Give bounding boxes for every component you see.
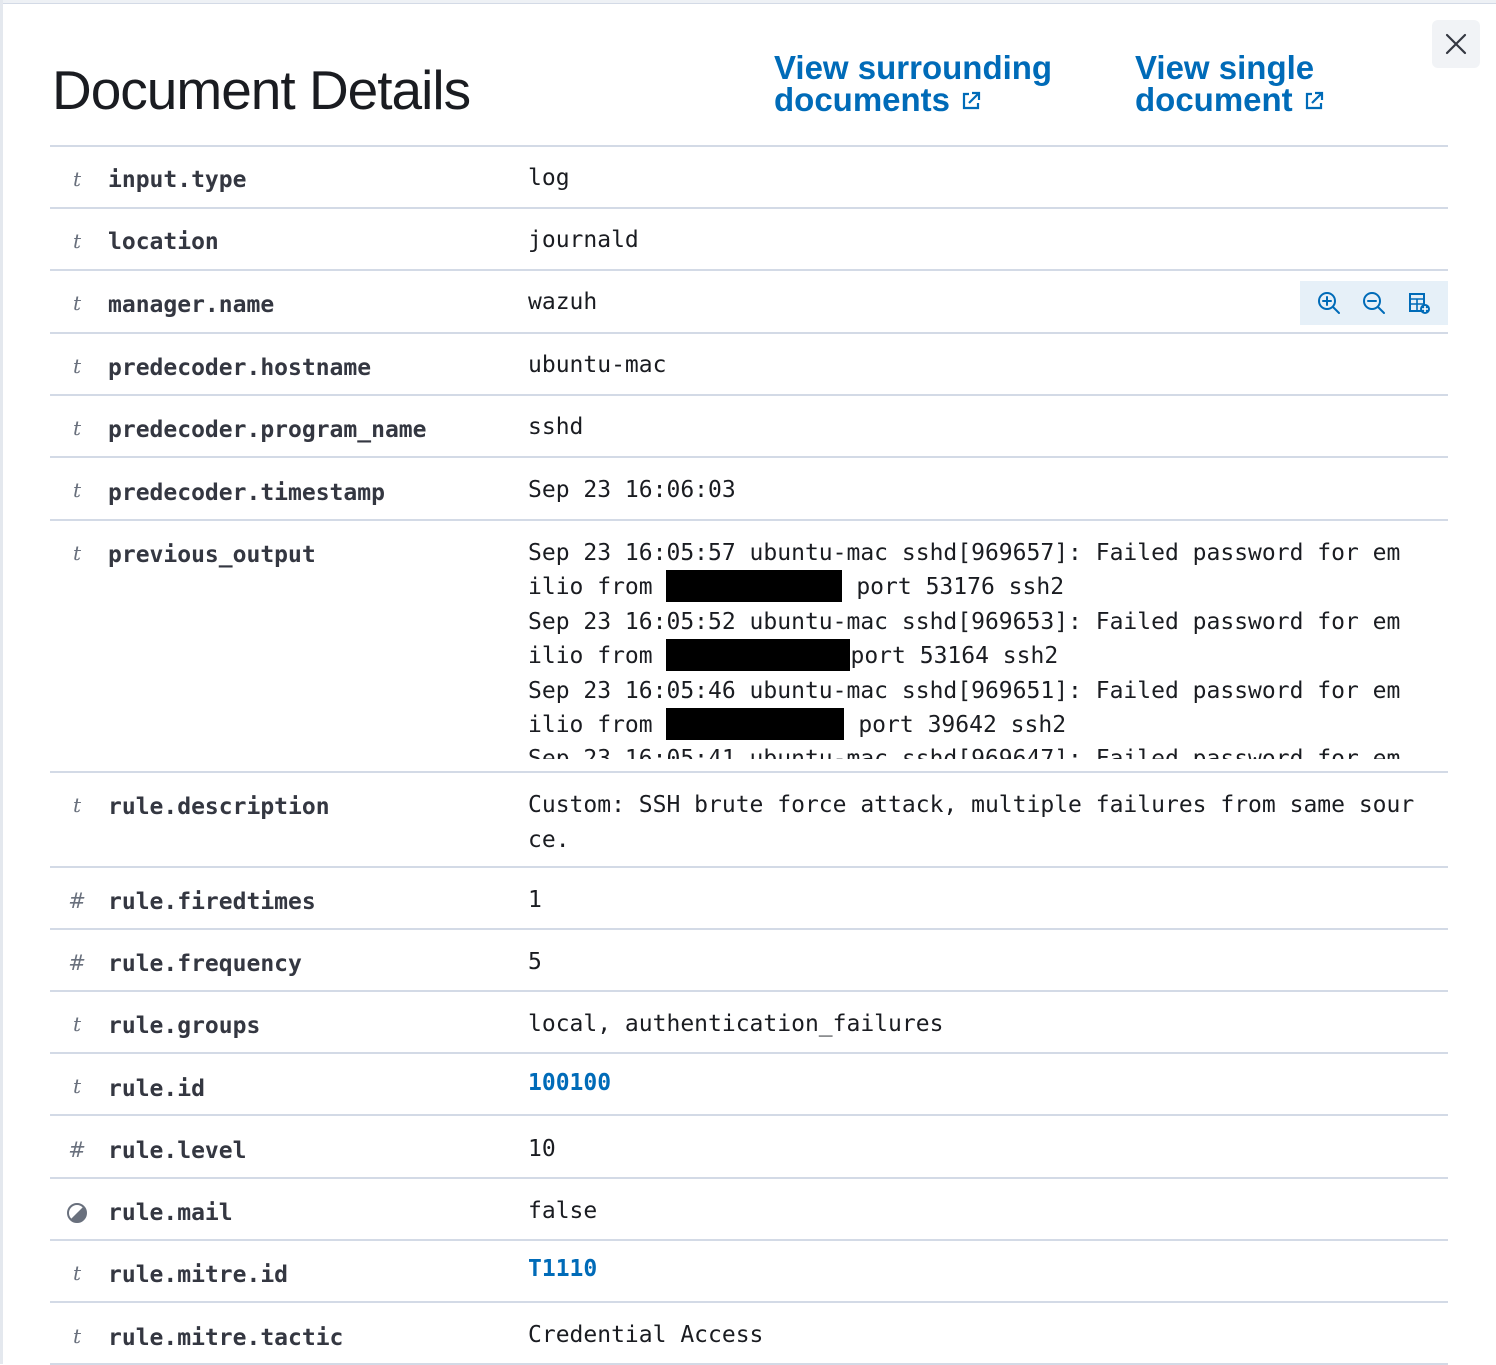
- table-row: # rule.firedtimes 1: [50, 868, 1448, 930]
- view-surrounding-line2: documents: [774, 81, 951, 118]
- field-value: wazuh: [528, 289, 598, 315]
- row-actions: [1300, 281, 1448, 325]
- field-value: 10: [528, 1136, 556, 1162]
- field-name: manager.name: [108, 292, 275, 318]
- field-value: sshd: [528, 414, 584, 440]
- field-value: Credential Access: [528, 1322, 764, 1348]
- field-value: false: [528, 1198, 598, 1224]
- close-icon: [1445, 33, 1467, 55]
- field-name: input.type: [108, 167, 247, 193]
- view-surrounding-documents-link[interactable]: View surrounding documents: [774, 49, 1053, 118]
- field-name: predecoder.hostname: [108, 355, 372, 381]
- field-value: local, authentication_failures: [528, 1011, 944, 1037]
- string-type-icon: t: [72, 354, 82, 378]
- table-row: t previous_output Sep 23 16:05:57 ubuntu…: [50, 521, 1448, 773]
- table-row: t input.type log: [50, 147, 1448, 209]
- string-type-icon: t: [72, 167, 82, 191]
- log-line: Sep 23 16:05:57 ubuntu-mac sshd[969657]:…: [528, 540, 1401, 566]
- log-line: Sep 23 16:05:52 ubuntu-mac sshd[969653]:…: [528, 608, 1401, 635]
- table-row: # rule.level 10: [50, 1116, 1448, 1179]
- mitre-id-link[interactable]: T1110: [528, 1256, 1428, 1282]
- field-value: 1: [528, 887, 542, 913]
- string-type-icon: t: [72, 1074, 82, 1098]
- boolean-type-icon: [66, 1202, 88, 1229]
- view-single-document-link[interactable]: View single document: [1135, 49, 1325, 118]
- redacted-ip: [666, 639, 851, 672]
- field-value: Sep 23 16:05:57 ubuntu-mac sshd[969657]:…: [528, 536, 1428, 759]
- view-surrounding-line1: View surrounding: [774, 49, 1053, 86]
- field-name: rule.frequency: [108, 951, 302, 977]
- table-column-add-icon: [1409, 293, 1431, 314]
- string-type-icon: t: [72, 793, 82, 817]
- table-row: t location journald: [50, 209, 1448, 271]
- string-type-icon: t: [72, 229, 82, 253]
- page-title: Document Details: [52, 59, 471, 121]
- redacted-ip: [666, 708, 845, 741]
- field-name: rule.mail: [108, 1200, 233, 1226]
- table-row: t rule.mitre.tactic Credential Access: [50, 1303, 1448, 1365]
- field-value: Sep 23 16:06:03: [528, 477, 736, 503]
- field-name: rule.firedtimes: [108, 889, 316, 915]
- field-name: rule.mitre.tactic: [108, 1325, 344, 1351]
- external-link-icon: [1305, 91, 1323, 110]
- table-row: t predecoder.hostname ubuntu-mac: [50, 334, 1448, 396]
- number-type-icon: #: [68, 1138, 86, 1162]
- table-row: rule.mail false: [50, 1179, 1448, 1241]
- field-name: location: [108, 229, 219, 255]
- view-single-line2: document: [1135, 81, 1293, 118]
- field-value: Custom: SSH brute force attack, multiple…: [528, 792, 1415, 853]
- log-line: Sep 23 16:05:41 ubuntu-mac sshd[969647]:…: [528, 742, 1428, 759]
- string-type-icon: t: [72, 1324, 82, 1348]
- table-row: t rule.id 100100: [50, 1054, 1448, 1116]
- field-name: rule.mitre.id: [108, 1262, 289, 1288]
- close-button[interactable]: [1432, 20, 1480, 68]
- view-single-line1: View single: [1135, 49, 1315, 86]
- string-type-icon: t: [72, 1012, 82, 1036]
- log-line: ilio from port 53176 ssh2: [528, 570, 1428, 604]
- field-value: ubuntu-mac: [528, 352, 667, 378]
- number-type-icon: #: [68, 951, 86, 975]
- log-line: ilio from port 53164 ssh2: [528, 639, 1428, 673]
- external-link-icon: [962, 91, 981, 110]
- field-name: rule.level: [108, 1138, 247, 1164]
- field-value: journald: [528, 227, 639, 253]
- filter-out-value-button[interactable]: [1356, 285, 1392, 321]
- field-name: predecoder.timestamp: [108, 480, 385, 506]
- redacted-ip: [666, 570, 843, 603]
- table-row: t predecoder.timestamp Sep 23 16:06:03: [50, 458, 1448, 521]
- field-value: log: [528, 165, 570, 191]
- table-row: t manager.name wazuh: [50, 271, 1448, 334]
- field-name: rule.id: [108, 1076, 205, 1102]
- left-border: [0, 0, 3, 1364]
- string-type-icon: t: [72, 291, 82, 315]
- field-name: rule.groups: [108, 1013, 261, 1039]
- table-row: t rule.description Custom: SSH brute for…: [50, 773, 1448, 868]
- top-border: [0, 0, 1496, 4]
- number-type-icon: #: [68, 889, 86, 913]
- field-name: rule.description: [108, 794, 330, 820]
- string-type-icon: t: [72, 416, 82, 440]
- document-fields-table: t input.type log t location journald t m…: [50, 145, 1448, 1365]
- field-name: predecoder.program_name: [108, 417, 427, 443]
- filter-for-value-button[interactable]: [1311, 285, 1347, 321]
- table-row: # rule.frequency 5: [50, 930, 1448, 992]
- toggle-column-button[interactable]: [1401, 285, 1437, 321]
- field-value: 5: [528, 949, 542, 975]
- rule-id-link[interactable]: 100100: [528, 1070, 1428, 1096]
- string-type-icon: t: [72, 541, 82, 565]
- field-name: previous_output: [108, 542, 316, 568]
- table-row: t predecoder.program_name sshd: [50, 396, 1448, 458]
- table-row: t rule.groups local, authentication_fail…: [50, 992, 1448, 1054]
- log-line: Sep 23 16:05:46 ubuntu-mac sshd[969651]:…: [528, 677, 1401, 704]
- table-row: t rule.mitre.id T1110: [50, 1241, 1448, 1303]
- zoom-out-icon: [1362, 292, 1385, 314]
- log-line: ilio from port 39642 ssh2: [528, 708, 1428, 742]
- string-type-icon: t: [72, 478, 82, 502]
- string-type-icon: t: [72, 1261, 82, 1285]
- zoom-in-icon: [1317, 292, 1340, 314]
